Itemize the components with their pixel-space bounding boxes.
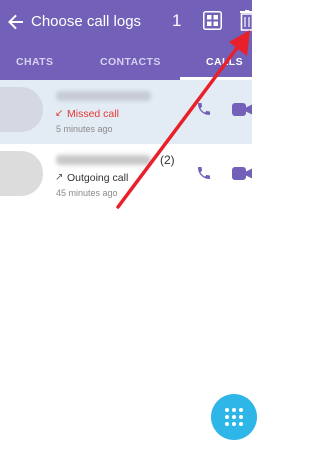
tab-bar: CHATS CONTACTS CALLS (0, 44, 252, 80)
outgoing-call-arrow-icon: ↗ (55, 172, 64, 183)
call-count: (2) (160, 153, 175, 167)
avatar (0, 151, 43, 196)
contact-name-redacted (56, 155, 151, 165)
call-type: Missed call (67, 108, 119, 120)
dialpad-icon (225, 408, 243, 426)
missed-call-arrow-icon: ↙ (55, 108, 64, 119)
call-time: 45 minutes ago (56, 188, 118, 198)
app-bar: Choose call logs 1 (0, 0, 254, 44)
contact-name-redacted (56, 91, 151, 101)
call-log-row[interactable]: (2) ↗ Outgoing call 45 minutes ago (0, 144, 252, 208)
tab-chats[interactable]: CHATS (16, 56, 53, 68)
page-title: Choose call logs (31, 13, 142, 30)
video-call-icon[interactable] (232, 167, 252, 180)
call-time: 5 minutes ago (56, 124, 113, 134)
video-call-icon[interactable] (232, 103, 252, 116)
phone-icon[interactable] (196, 165, 212, 181)
avatar (0, 87, 43, 132)
phone-icon[interactable] (196, 101, 212, 117)
call-log-row[interactable]: ↙ Missed call 5 minutes ago (0, 80, 252, 144)
trash-icon[interactable] (240, 10, 254, 32)
arrow-left-icon[interactable] (4, 10, 28, 34)
selected-count: 1 (172, 11, 182, 30)
tab-calls[interactable]: CALLS (206, 56, 243, 68)
call-type: Outgoing call (67, 172, 129, 184)
tab-contacts[interactable]: CONTACTS (100, 56, 161, 68)
grid-icon[interactable] (203, 11, 222, 30)
dialpad-button[interactable] (211, 394, 257, 440)
